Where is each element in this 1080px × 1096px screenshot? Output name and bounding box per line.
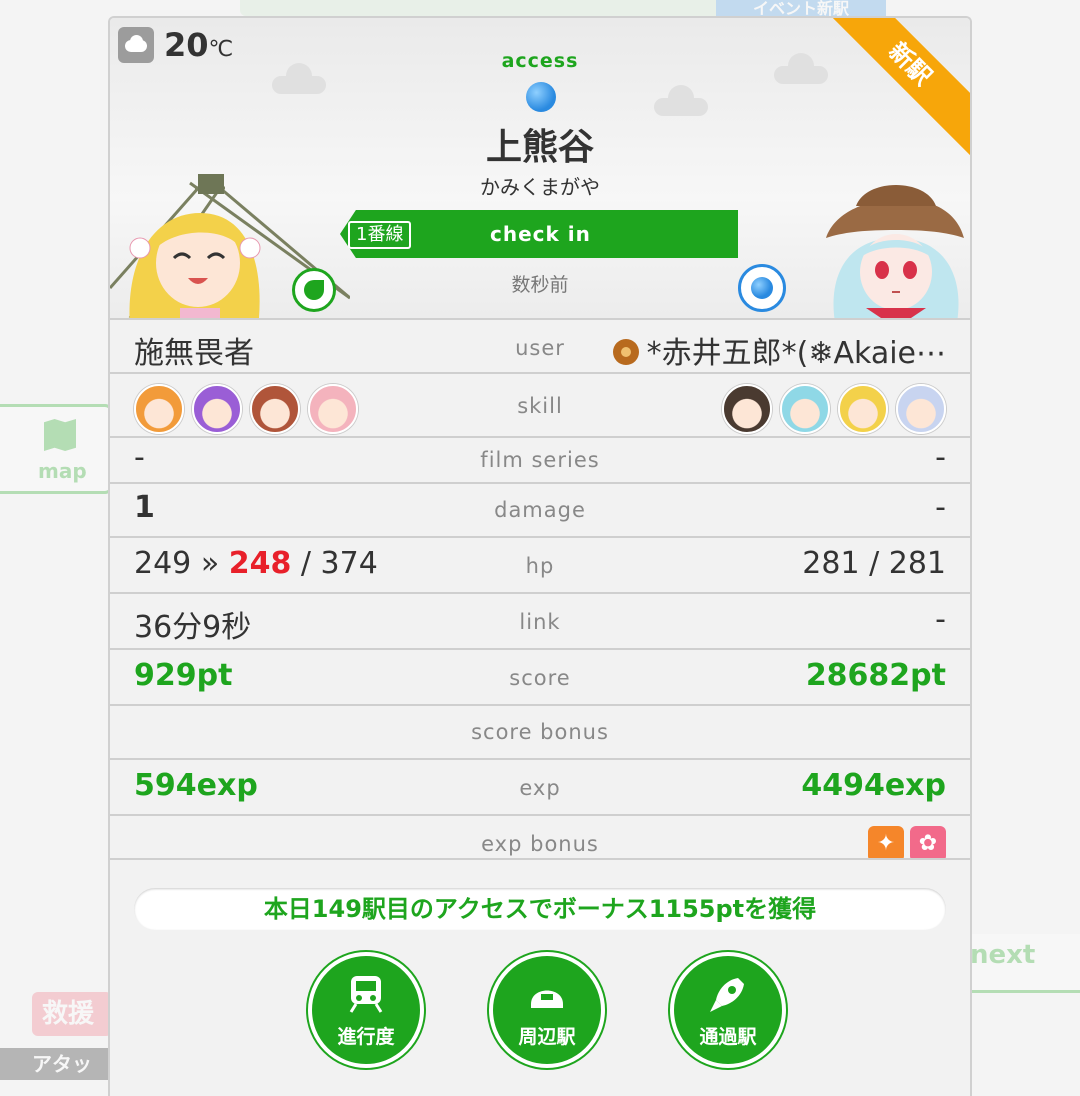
row-label-damage: damage [494,498,586,522]
background-next-button: next [970,934,1080,993]
row-label-exp-bonus: exp bonus [481,832,599,856]
row-user: 施無畏者 user *赤井五郎*(❄Akaie⋯ [110,318,970,372]
result-rows: 施無畏者 user *赤井五郎*(❄Akaie⋯ skill - film se… [110,318,970,870]
user-right-name: *赤井五郎*(❄Akaie⋯ [612,328,946,372]
passed-stations-button-label: 通過駅 [699,1026,757,1048]
progress-button-label: 進行度 [337,1026,395,1048]
access-bonus-message: 本日149駅目のアクセスでボーナス1155ptを獲得 [134,888,946,930]
station-dome-icon [527,974,567,1023]
skill-avatar [722,384,772,434]
row-link: 36分9秒 link - [110,592,970,648]
background-map-label: map [38,459,87,483]
passed-stations-button[interactable]: 通過駅 [670,952,786,1068]
row-label-score-bonus: score bonus [471,720,609,744]
result-footer: 本日149駅目のアクセスでボーナス1155ptを獲得 進行度 周辺駅 通過駅 [110,858,970,1096]
user-avatar-icon [612,338,639,365]
party-popper-icon: ✦ [868,826,904,862]
background-next-label: next [970,940,1036,970]
map-icon [44,419,76,451]
skill-avatar [838,384,888,434]
cloud-decoration [272,63,326,94]
progress-button[interactable]: 進行度 [308,952,424,1068]
exp-bonus-icons: ✦ ✿ [868,826,946,862]
checkin-time-ago: 数秒前 [511,274,569,296]
rocket-icon [708,974,748,1023]
right-skill-avatars [722,384,946,434]
damage-right: - [935,490,946,525]
station-header: 20℃ 新駅 access 上熊谷 かみくまがや 1番線 check in 数秒… [110,18,970,318]
row-label-link: link [519,610,561,634]
nearby-stations-button-label: 周辺駅 [518,1026,576,1048]
access-result-card: 20℃ 新駅 access 上熊谷 かみくまがや 1番線 check in 数秒… [108,16,972,1096]
water-attribute-icon [526,82,556,112]
row-score: 929pt score 28682pt [110,648,970,704]
skill-avatar [896,384,946,434]
row-film-series: - film series - [110,436,970,482]
cloud-decoration [654,85,708,116]
station-name: 上熊谷 [485,127,594,168]
flower-icon: ✿ [910,826,946,862]
link-right: - [935,602,946,637]
exp-right: 4494exp [801,768,946,803]
row-damage: 1 damage - [110,482,970,536]
train-icon [348,974,384,1023]
line-number-badge: 1番線 [348,221,412,249]
checkin-label: check in [490,222,591,246]
access-label: access [501,50,579,72]
row-label-film-series: film series [480,448,600,472]
nearby-stations-button[interactable]: 周辺駅 [489,952,605,1068]
background-map-button: map [0,404,113,494]
row-hp: 249 » 248 / 374 hp 281 / 281 [110,536,970,592]
film-series-right: - [935,440,946,475]
row-exp: 594exp exp 4494exp [110,758,970,814]
hp-right: 281 / 281 [802,546,946,581]
row-score-bonus: score bonus [110,704,970,758]
background-rescue-button: 救援 [32,992,112,1036]
background-attack-bar: アタッ [0,1048,110,1080]
skill-avatar [780,384,830,434]
score-right: 28682pt [805,658,946,693]
row-skill: skill [110,372,970,436]
